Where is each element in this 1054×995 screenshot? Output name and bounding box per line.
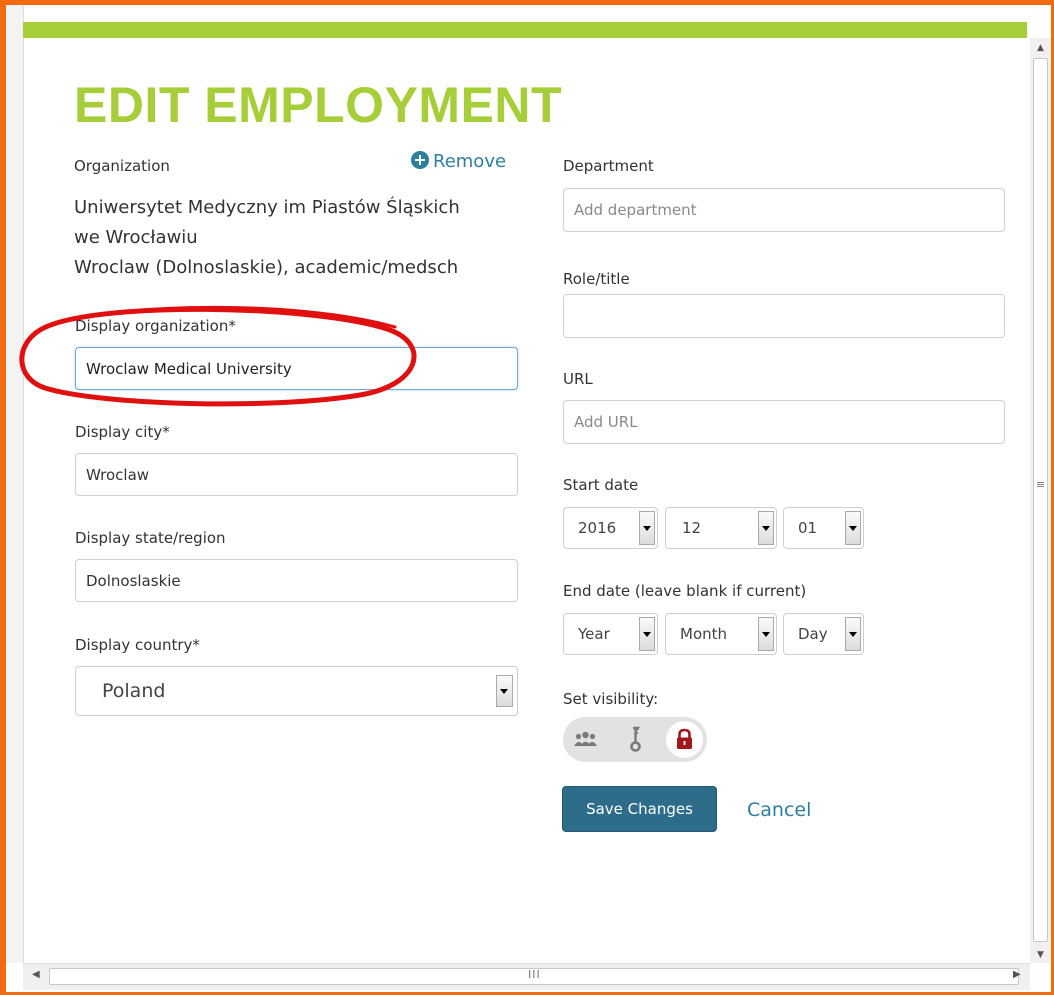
start-day-value: 01 xyxy=(798,519,818,537)
scroll-grip-icon: ≡ xyxy=(1035,478,1046,491)
display-country-select[interactable]: Poland xyxy=(75,666,518,716)
vertical-scroll-thumb[interactable] xyxy=(1033,58,1048,942)
remove-organization-link[interactable]: Remove xyxy=(411,151,506,172)
scroll-grip-icon: III xyxy=(528,968,541,981)
remove-label: Remove xyxy=(433,151,507,172)
organization-details: Uniwersytet Medyczny im Piastów Śląskich… xyxy=(74,193,460,283)
end-month-select[interactable]: Month xyxy=(665,613,777,655)
display-organization-label: Display organization* xyxy=(75,317,236,335)
start-day-select[interactable]: 01 xyxy=(783,507,864,549)
display-city-input[interactable] xyxy=(75,453,518,496)
dialog-top-accent-bar xyxy=(23,22,1027,38)
display-country-label: Display country* xyxy=(75,636,200,654)
only-me-lock-icon[interactable] xyxy=(666,721,703,758)
role-title-label: Role/title xyxy=(563,270,630,288)
display-state-label: Display state/region xyxy=(75,529,226,547)
cancel-link[interactable]: Cancel xyxy=(747,799,811,821)
start-year-value: 2016 xyxy=(578,519,617,537)
organization-name-line2: we Wrocławiu xyxy=(74,227,198,248)
visibility-selector xyxy=(563,717,707,762)
end-day-value: Day xyxy=(798,625,828,643)
chevron-down-icon xyxy=(758,617,774,651)
start-month-select[interactable]: 12 xyxy=(665,507,777,549)
organization-location-line: Wroclaw (Dolnoslaskie), academic/medsch xyxy=(74,257,459,278)
display-city-label: Display city* xyxy=(75,423,170,441)
chevron-down-icon xyxy=(639,617,655,651)
chevron-down-icon xyxy=(845,511,861,545)
scroll-up-icon[interactable]: ▲ xyxy=(1030,43,1051,53)
start-year-select[interactable]: 2016 xyxy=(563,507,658,549)
department-label: Department xyxy=(563,157,654,175)
url-label: URL xyxy=(563,370,593,388)
display-state-input[interactable] xyxy=(75,559,518,602)
start-date-label: Start date xyxy=(563,476,639,494)
trusted-parties-icon[interactable] xyxy=(617,721,654,758)
start-month-value: 12 xyxy=(682,519,702,537)
chevron-down-icon xyxy=(845,617,861,651)
display-organization-input[interactable] xyxy=(75,347,518,390)
save-changes-button[interactable]: Save Changes xyxy=(562,786,717,832)
chevron-down-icon xyxy=(639,511,655,545)
role-title-input[interactable] xyxy=(563,294,1005,338)
display-country-value: Poland xyxy=(102,680,166,702)
scroll-left-icon[interactable]: ◀ xyxy=(32,969,40,980)
url-input[interactable] xyxy=(563,400,1005,444)
horizontal-scrollbar[interactable]: ◀ III ▶ xyxy=(23,963,1030,990)
screenshot-frame xyxy=(0,0,1054,995)
background-page-edge xyxy=(6,5,24,963)
end-year-select[interactable]: Year xyxy=(563,613,658,655)
vertical-scrollbar[interactable]: ▲ ≡ ▼ xyxy=(1030,38,1051,963)
everyone-icon[interactable] xyxy=(567,721,604,758)
remove-circle-icon xyxy=(411,151,429,169)
end-day-select[interactable]: Day xyxy=(783,613,864,655)
end-year-value: Year xyxy=(578,625,610,643)
chevron-down-icon xyxy=(496,675,513,707)
chevron-down-icon xyxy=(758,511,774,545)
scroll-down-icon[interactable]: ▼ xyxy=(1030,950,1051,960)
organization-label: Organization xyxy=(74,157,170,175)
scroll-right-icon[interactable]: ▶ xyxy=(1013,969,1021,980)
visibility-label: Set visibility: xyxy=(563,690,659,708)
dialog-title: EDIT EMPLOYMENT xyxy=(74,77,563,133)
department-input[interactable] xyxy=(563,188,1005,232)
organization-name-line1: Uniwersytet Medyczny im Piastów Śląskich xyxy=(74,197,460,218)
end-date-label: End date (leave blank if current) xyxy=(563,582,807,600)
end-month-value: Month xyxy=(680,625,728,643)
